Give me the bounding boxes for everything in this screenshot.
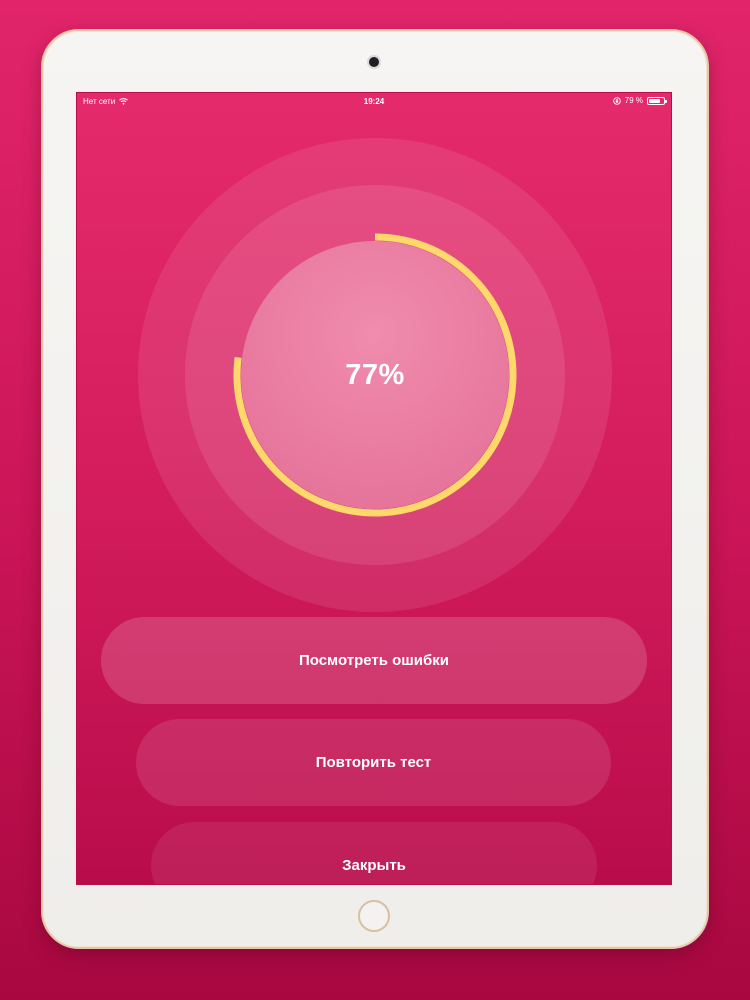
battery-percent: 79 % (624, 96, 643, 105)
orientation-lock-icon (613, 96, 621, 105)
retry-test-button[interactable]: Повторить тест (136, 719, 611, 806)
home-button[interactable] (358, 900, 390, 932)
score-percent: 77% (345, 358, 405, 391)
front-camera (369, 57, 379, 67)
tablet-frame: Нет сети 19:24 79 % 77% Посмотреть ошибк… (41, 29, 709, 949)
battery-fill (649, 98, 661, 103)
app-screen: Нет сети 19:24 79 % 77% Посмотреть ошибк… (76, 92, 672, 885)
status-time: 19:24 (363, 97, 385, 106)
status-right: 79 % (613, 96, 667, 105)
review-errors-button[interactable]: Посмотреть ошибки (101, 617, 647, 704)
status-bar: Нет сети 19:24 79 % (77, 93, 671, 111)
close-button[interactable]: Закрыть (151, 822, 597, 884)
battery-icon (647, 96, 667, 105)
